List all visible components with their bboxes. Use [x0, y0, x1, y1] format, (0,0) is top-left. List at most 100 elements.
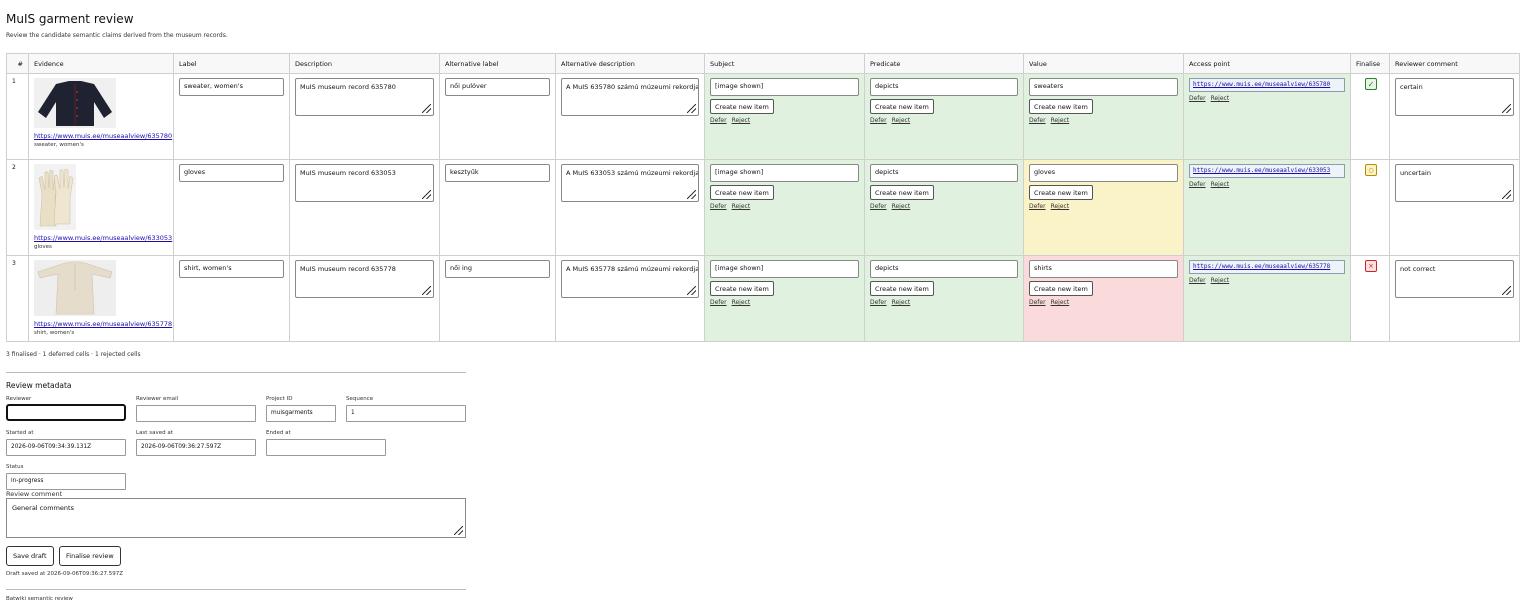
resize-handle-icon[interactable] — [687, 190, 696, 199]
alt-description-textarea[interactable]: A MuIS 635780 számú múzeumi rekordja. — [561, 78, 699, 116]
review-comment-textarea[interactable]: General comments — [6, 498, 466, 538]
defer-link[interactable]: Defer — [710, 299, 727, 306]
subject-input[interactable]: [image shown] — [710, 260, 859, 278]
defer-link[interactable]: Defer — [1189, 277, 1206, 284]
create-new-item-button[interactable]: Create new item — [870, 185, 934, 200]
label-input[interactable]: shirt, women's — [179, 260, 284, 278]
create-new-item-button[interactable]: Create new item — [870, 99, 934, 114]
defer-link[interactable]: Defer — [1189, 181, 1206, 188]
subject-input[interactable]: [image shown] — [710, 164, 859, 182]
label-input[interactable]: sweater, women's — [179, 78, 284, 96]
last-saved-input[interactable]: 2026-09-06T09:36:27.597Z — [136, 439, 256, 456]
reviewer-email-input[interactable] — [136, 405, 256, 422]
rejected-x-icon[interactable]: × — [1365, 260, 1377, 272]
predicate-input[interactable]: depicts — [870, 260, 1018, 278]
resize-handle-icon[interactable] — [422, 190, 431, 199]
description-textarea[interactable]: MuIS museum record 635778 — [295, 260, 434, 298]
reviewer-comment-cell: uncertain — [1389, 159, 1520, 256]
resize-handle-icon[interactable] — [1502, 190, 1511, 199]
status-input[interactable]: in-progress — [6, 473, 126, 490]
access-point-link[interactable]: https://www.muis.ee/museaalview/635780 — [1189, 78, 1345, 92]
alt-description-textarea[interactable]: A MuIS 635778 számú múzeumi rekordja. — [561, 260, 699, 298]
defer-link[interactable]: Defer — [870, 117, 887, 124]
alt-label-input[interactable]: női pulóver — [445, 78, 550, 96]
evidence-link[interactable]: https://www.muis.ee/museaalview/635780 — [34, 132, 172, 140]
access-point-link[interactable]: https://www.muis.ee/museaalview/633053 — [1189, 164, 1345, 178]
reject-link[interactable]: Reject — [732, 203, 751, 210]
alt-label-cell: női pulóver — [439, 73, 556, 160]
create-new-item-button[interactable]: Create new item — [710, 185, 774, 200]
create-new-item-button[interactable]: Create new item — [870, 281, 934, 296]
resize-handle-icon[interactable] — [687, 104, 696, 113]
alt-description-textarea[interactable]: A MuIS 633053 számú múzeumi rekordja. — [561, 164, 699, 202]
defer-link[interactable]: Defer — [1189, 95, 1206, 102]
defer-link[interactable]: Defer — [870, 299, 887, 306]
alt-description-cell: A MuIS 635780 számú múzeumi rekordja. — [555, 73, 705, 160]
reject-link[interactable]: Reject — [732, 117, 751, 124]
subject-cell: [image shown] Create new item Defer Rejec… — [704, 159, 865, 256]
defer-link[interactable]: Defer — [710, 203, 727, 210]
reject-link[interactable]: Reject — [1211, 95, 1230, 102]
subject-input[interactable]: [image shown] — [710, 78, 859, 96]
label-input[interactable]: gloves — [179, 164, 284, 182]
reject-link[interactable]: Reject — [732, 299, 751, 306]
row-number: 3 — [6, 255, 29, 342]
reject-link[interactable]: Reject — [892, 117, 911, 124]
value-input[interactable]: shirts — [1029, 260, 1178, 278]
create-new-item-button[interactable]: Create new item — [1029, 185, 1093, 200]
finalise-review-button[interactable]: Finalise review — [59, 546, 121, 566]
started-at-input[interactable]: 2026-09-06T09:34:39.131Z — [6, 439, 126, 456]
col-header-label: Label — [173, 53, 290, 74]
create-new-item-button[interactable]: Create new item — [710, 281, 774, 296]
finalised-check-icon[interactable]: ✓ — [1365, 78, 1377, 90]
save-draft-button[interactable]: Save draft — [6, 546, 54, 566]
reject-link[interactable]: Reject — [1211, 277, 1230, 284]
sequence-input[interactable]: 1 — [346, 405, 466, 422]
access-point-link[interactable]: https://www.muis.ee/museaalview/635778 — [1189, 260, 1345, 274]
value-input[interactable]: gloves — [1029, 164, 1178, 182]
reviewer-input[interactable] — [6, 404, 126, 421]
resize-handle-icon[interactable] — [422, 286, 431, 295]
defer-link[interactable]: Defer — [1029, 117, 1046, 124]
defer-link[interactable]: Defer — [1029, 299, 1046, 306]
ended-at-input[interactable] — [266, 439, 386, 456]
resize-handle-icon[interactable] — [1502, 286, 1511, 295]
description-textarea[interactable]: MuIS museum record 633053 — [295, 164, 434, 202]
reviewer-comment-textarea[interactable]: not correct — [1395, 260, 1514, 298]
resize-handle-icon[interactable] — [1502, 104, 1511, 113]
reject-link[interactable]: Reject — [892, 203, 911, 210]
reject-link[interactable]: Reject — [1051, 203, 1070, 210]
reject-link[interactable]: Reject — [1211, 181, 1230, 188]
defer-link[interactable]: Defer — [710, 117, 727, 124]
evidence-link[interactable]: https://www.muis.ee/museaalview/633053 — [34, 234, 172, 242]
value-input[interactable]: sweaters — [1029, 78, 1178, 96]
resize-handle-icon[interactable] — [454, 526, 463, 535]
evidence-link[interactable]: https://www.muis.ee/museaalview/635778 — [34, 320, 172, 328]
project-id-input[interactable]: muisgarments — [266, 405, 336, 422]
uncertain-circle-icon[interactable]: ○ — [1365, 164, 1377, 176]
create-new-item-button[interactable]: Create new item — [1029, 281, 1093, 296]
predicate-cell: depicts Create new item Defer Reject — [864, 73, 1024, 160]
create-new-item-button[interactable]: Create new item — [710, 99, 774, 114]
reviewer-comment-textarea[interactable]: certain — [1395, 78, 1514, 116]
defer-link[interactable]: Defer — [870, 203, 887, 210]
alt-label-input[interactable]: kesztyűk — [445, 164, 550, 182]
reject-link[interactable]: Reject — [892, 299, 911, 306]
last-saved-label: Last saved at — [136, 430, 173, 436]
predicate-input[interactable]: depicts — [870, 78, 1018, 96]
reviewer-comment-textarea[interactable]: uncertain — [1395, 164, 1514, 202]
row-number: 2 — [6, 159, 29, 256]
description-textarea[interactable]: MuIS museum record 635780 — [295, 78, 434, 116]
resize-handle-icon[interactable] — [687, 286, 696, 295]
reject-link[interactable]: Reject — [1051, 299, 1070, 306]
resize-handle-icon[interactable] — [422, 104, 431, 113]
col-header-number: # — [6, 53, 29, 74]
reject-link[interactable]: Reject — [1051, 117, 1070, 124]
defer-link[interactable]: Defer — [1029, 203, 1046, 210]
description-cell: MuIS museum record 635778 — [289, 255, 440, 342]
alt-label-input[interactable]: női ing — [445, 260, 550, 278]
footer-text: Batwiki semantic review — [6, 596, 73, 602]
reviewer-email-label: Reviewer email — [136, 396, 179, 402]
create-new-item-button[interactable]: Create new item — [1029, 99, 1093, 114]
predicate-input[interactable]: depicts — [870, 164, 1018, 182]
